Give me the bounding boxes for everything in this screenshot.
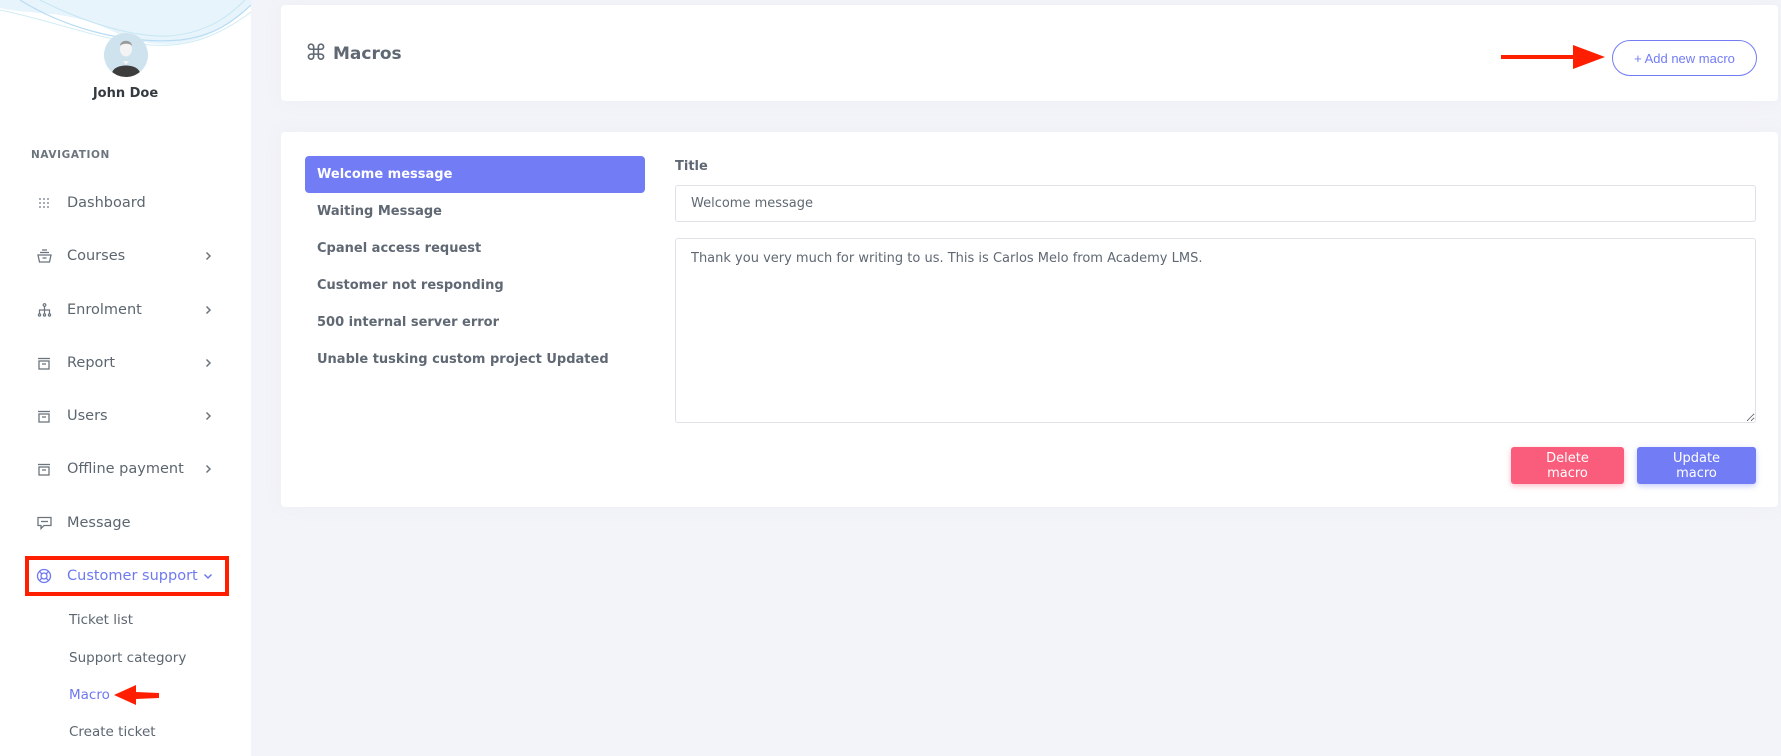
macro-list: Welcome message Waiting Message Cpanel a…	[305, 156, 645, 378]
user-avatar-icon	[104, 33, 148, 77]
macro-editor-panel: Welcome message Waiting Message Cpanel a…	[281, 132, 1778, 507]
submenu-item-create-ticket[interactable]: Create ticket	[69, 724, 156, 740]
add-new-macro-button[interactable]: + Add new macro	[1612, 40, 1757, 76]
avatar[interactable]	[104, 33, 148, 77]
nav-heading: NAVIGATION	[31, 149, 110, 161]
macro-list-item[interactable]: Unable tusking custom project Updated	[305, 341, 645, 378]
macro-list-item[interactable]: Waiting Message	[305, 193, 645, 230]
macro-list-item[interactable]: Welcome message	[305, 156, 645, 193]
chevron-right-icon	[200, 411, 216, 421]
sidebar-item-courses[interactable]: Courses	[25, 237, 228, 275]
annotation-arrow-left-icon	[114, 685, 159, 705]
macro-list-item[interactable]: Cpanel access request	[305, 230, 645, 267]
submenu-item-ticket-list[interactable]: Ticket list	[69, 612, 133, 628]
sidebar-item-message[interactable]: Message	[25, 504, 228, 542]
sidebar-item-label: Dashboard	[67, 195, 146, 211]
sidebar-item-report[interactable]: Report	[25, 344, 228, 382]
archive-box-icon	[35, 407, 53, 425]
archive-box-icon	[35, 460, 53, 478]
macro-body-textarea[interactable]: Thank you very much for writing to us. T…	[675, 238, 1756, 423]
sidebar-item-label: Message	[67, 515, 131, 531]
page-title: ⌘ Macros	[305, 41, 402, 66]
sidebar-item-enrolment[interactable]: Enrolment	[25, 291, 228, 329]
update-macro-button[interactable]: Update macro	[1637, 447, 1756, 484]
chevron-right-icon	[200, 251, 216, 261]
command-icon: ⌘	[305, 41, 327, 66]
sidebar-item-offline-payment[interactable]: Offline payment	[25, 450, 228, 488]
page-header: ⌘ Macros + Add new macro	[281, 5, 1778, 101]
sitemap-icon	[35, 301, 53, 319]
page-title-text: Macros	[333, 43, 402, 64]
sidebar-item-label: Courses	[67, 248, 126, 264]
chevron-right-icon	[200, 358, 216, 368]
archive-basket-icon	[35, 247, 53, 265]
message-square-icon	[35, 514, 53, 532]
sidebar-item-label: Enrolment	[67, 302, 142, 318]
archive-box-icon	[35, 354, 53, 372]
sidebar-item-label: Offline payment	[67, 461, 184, 477]
sidebar: John Doe NAVIGATION Dashboard Courses En…	[0, 0, 251, 756]
macro-form: Title Thank you very much for writing to…	[675, 156, 1756, 427]
submenu-item-macro[interactable]: Macro	[69, 687, 110, 703]
sidebar-item-users[interactable]: Users	[25, 397, 228, 435]
grid-dots-icon	[35, 194, 53, 212]
user-name: John Doe	[92, 86, 159, 101]
annotation-highlight-box	[25, 556, 229, 596]
chevron-right-icon	[200, 464, 216, 474]
annotation-arrow-right-icon	[1501, 45, 1605, 69]
delete-macro-button[interactable]: Delete macro	[1511, 447, 1624, 484]
sidebar-item-label: Users	[67, 408, 108, 424]
sidebar-item-dashboard[interactable]: Dashboard	[25, 184, 228, 222]
macro-list-item[interactable]: Customer not responding	[305, 267, 645, 304]
title-input[interactable]	[675, 185, 1756, 222]
submenu-item-support-category[interactable]: Support category	[69, 650, 186, 666]
form-actions: Delete macro Update macro	[1511, 447, 1756, 484]
title-label: Title	[675, 159, 708, 174]
chevron-right-icon	[200, 305, 216, 315]
sidebar-item-label: Report	[67, 355, 116, 371]
macro-list-item[interactable]: 500 internal server error	[305, 304, 645, 341]
